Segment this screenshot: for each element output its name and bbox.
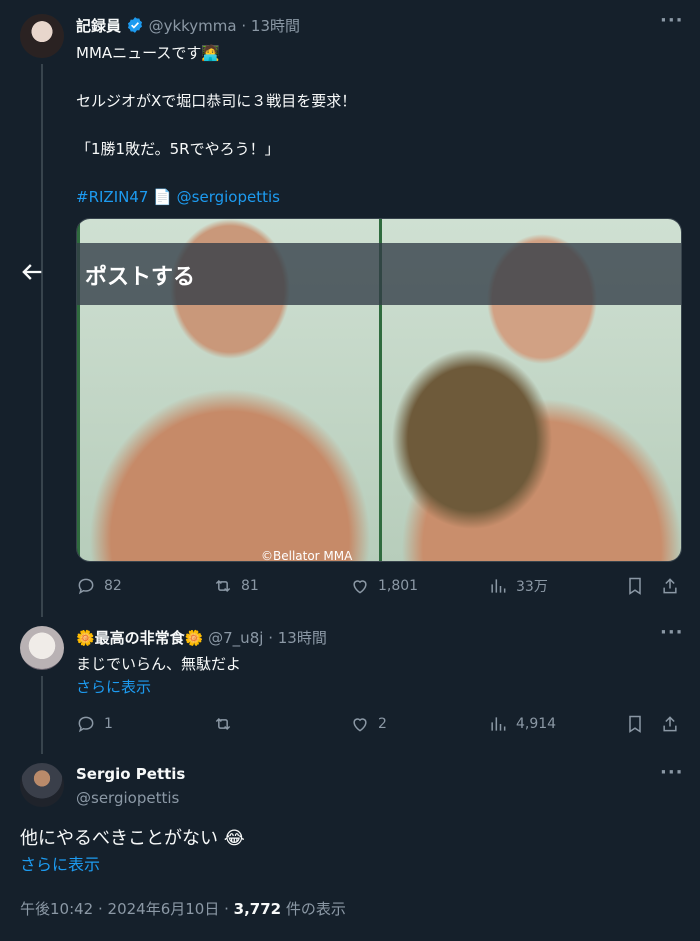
tweet-line: セルジオがXで堀口恭司に３戦目を要求！ [76,92,357,110]
views-count: 33万 [516,579,548,595]
tweet-header: 記録員 @ykkymma · 13時間 [76,17,301,35]
show-more-link[interactable]: さらに表示 [76,676,151,698]
display-name[interactable]: 🌼最高の非常食🌼 [76,629,203,647]
reply-button[interactable]: 1 [76,714,113,734]
reply-icon [78,716,94,733]
handle[interactable]: @ykkymma [149,17,237,35]
heart-icon [353,580,367,594]
more-options-icon[interactable]: ··· [660,762,684,783]
views-count: 3,772 [233,900,282,918]
tweet-text: MMAニュースです🧑‍💻 セルジオがXで堀口恭司に３戦目を要求！ 「1勝1敗だ。… [76,42,666,208]
more-options-icon[interactable]: ··· [660,10,684,31]
avatar[interactable] [20,626,64,670]
hashtag-link[interactable]: #RIZIN47 [76,188,148,206]
mention-link[interactable]: @sergiopettis [177,188,280,206]
timestamp[interactable]: 13時間 [278,629,327,647]
repost-count: 81 [241,578,259,594]
heart-icon [353,718,367,732]
tweet-header: 🌼最高の非常食🌼 @7_u8j · 13時間 [76,629,327,647]
like-count: 1,801 [378,578,419,594]
handle[interactable]: @7_u8j [208,629,263,647]
tweet-text: 他にやるべきことがない 😂 [20,828,245,849]
more-options-icon[interactable]: ··· [660,622,684,643]
repost-button[interactable] [213,714,241,734]
post-overlay[interactable]: ポストする [77,243,681,305]
show-more-link[interactable]: さらに表示 [20,853,100,877]
tweet-text: まじでいらん、無駄だよ [76,655,242,673]
share-button[interactable] [660,576,680,596]
thread-line [41,64,43,617]
views-button[interactable]: 33万 [488,576,548,596]
tweet-meta: 午後10:42 · 2024年6月10日 · 3,772 件の表示 [20,898,346,919]
tweet-timestamp[interactable]: 午後10:42 · 2024年6月10日 · [20,900,234,918]
document-icon: 📄 [153,188,172,206]
thread-line [41,676,43,754]
views-label: 件の表示 [281,900,346,918]
bookmark-button[interactable] [625,714,645,734]
avatar[interactable] [20,14,64,58]
reply-button[interactable]: 82 [76,576,122,596]
tweet-line: MMAニュースです🧑‍💻 [76,44,221,62]
views-icon [491,579,506,593]
post-overlay-label[interactable]: ポストする [85,259,195,291]
handle[interactable]: @sergiopettis [76,789,179,807]
display-name[interactable]: Sergio Pettis [76,765,185,783]
share-icon [663,578,677,594]
like-button[interactable]: 2 [350,714,387,734]
timestamp[interactable]: 13時間 [251,17,300,35]
display-name[interactable]: 記録員 [76,17,121,35]
reply-count: 82 [104,578,122,594]
avatar[interactable] [20,763,64,807]
reply-count: 1 [104,716,113,732]
bookmark-icon [629,715,641,733]
back-arrow-icon[interactable] [18,258,46,286]
photo-credit: ©Bellator MMA [261,549,353,562]
views-button[interactable]: 4,914 [488,714,556,734]
share-icon [663,716,677,732]
repost-button[interactable]: 81 [213,576,259,596]
views-icon [491,717,506,731]
repost-icon [215,579,231,593]
verified-icon [127,17,142,33]
views-count: 4,914 [516,716,557,732]
share-button[interactable] [660,714,680,734]
repost-icon [215,717,231,731]
like-button[interactable]: 1,801 [350,576,418,596]
bookmark-button[interactable] [625,576,645,596]
bookmark-icon [629,577,641,595]
reply-icon [78,578,94,595]
like-count: 2 [378,716,387,732]
tweet-line: 「1勝1敗だ。5Rでやろう！」 [76,140,280,158]
media-grid[interactable]: ©Bellator MMA ポストする [76,218,682,562]
